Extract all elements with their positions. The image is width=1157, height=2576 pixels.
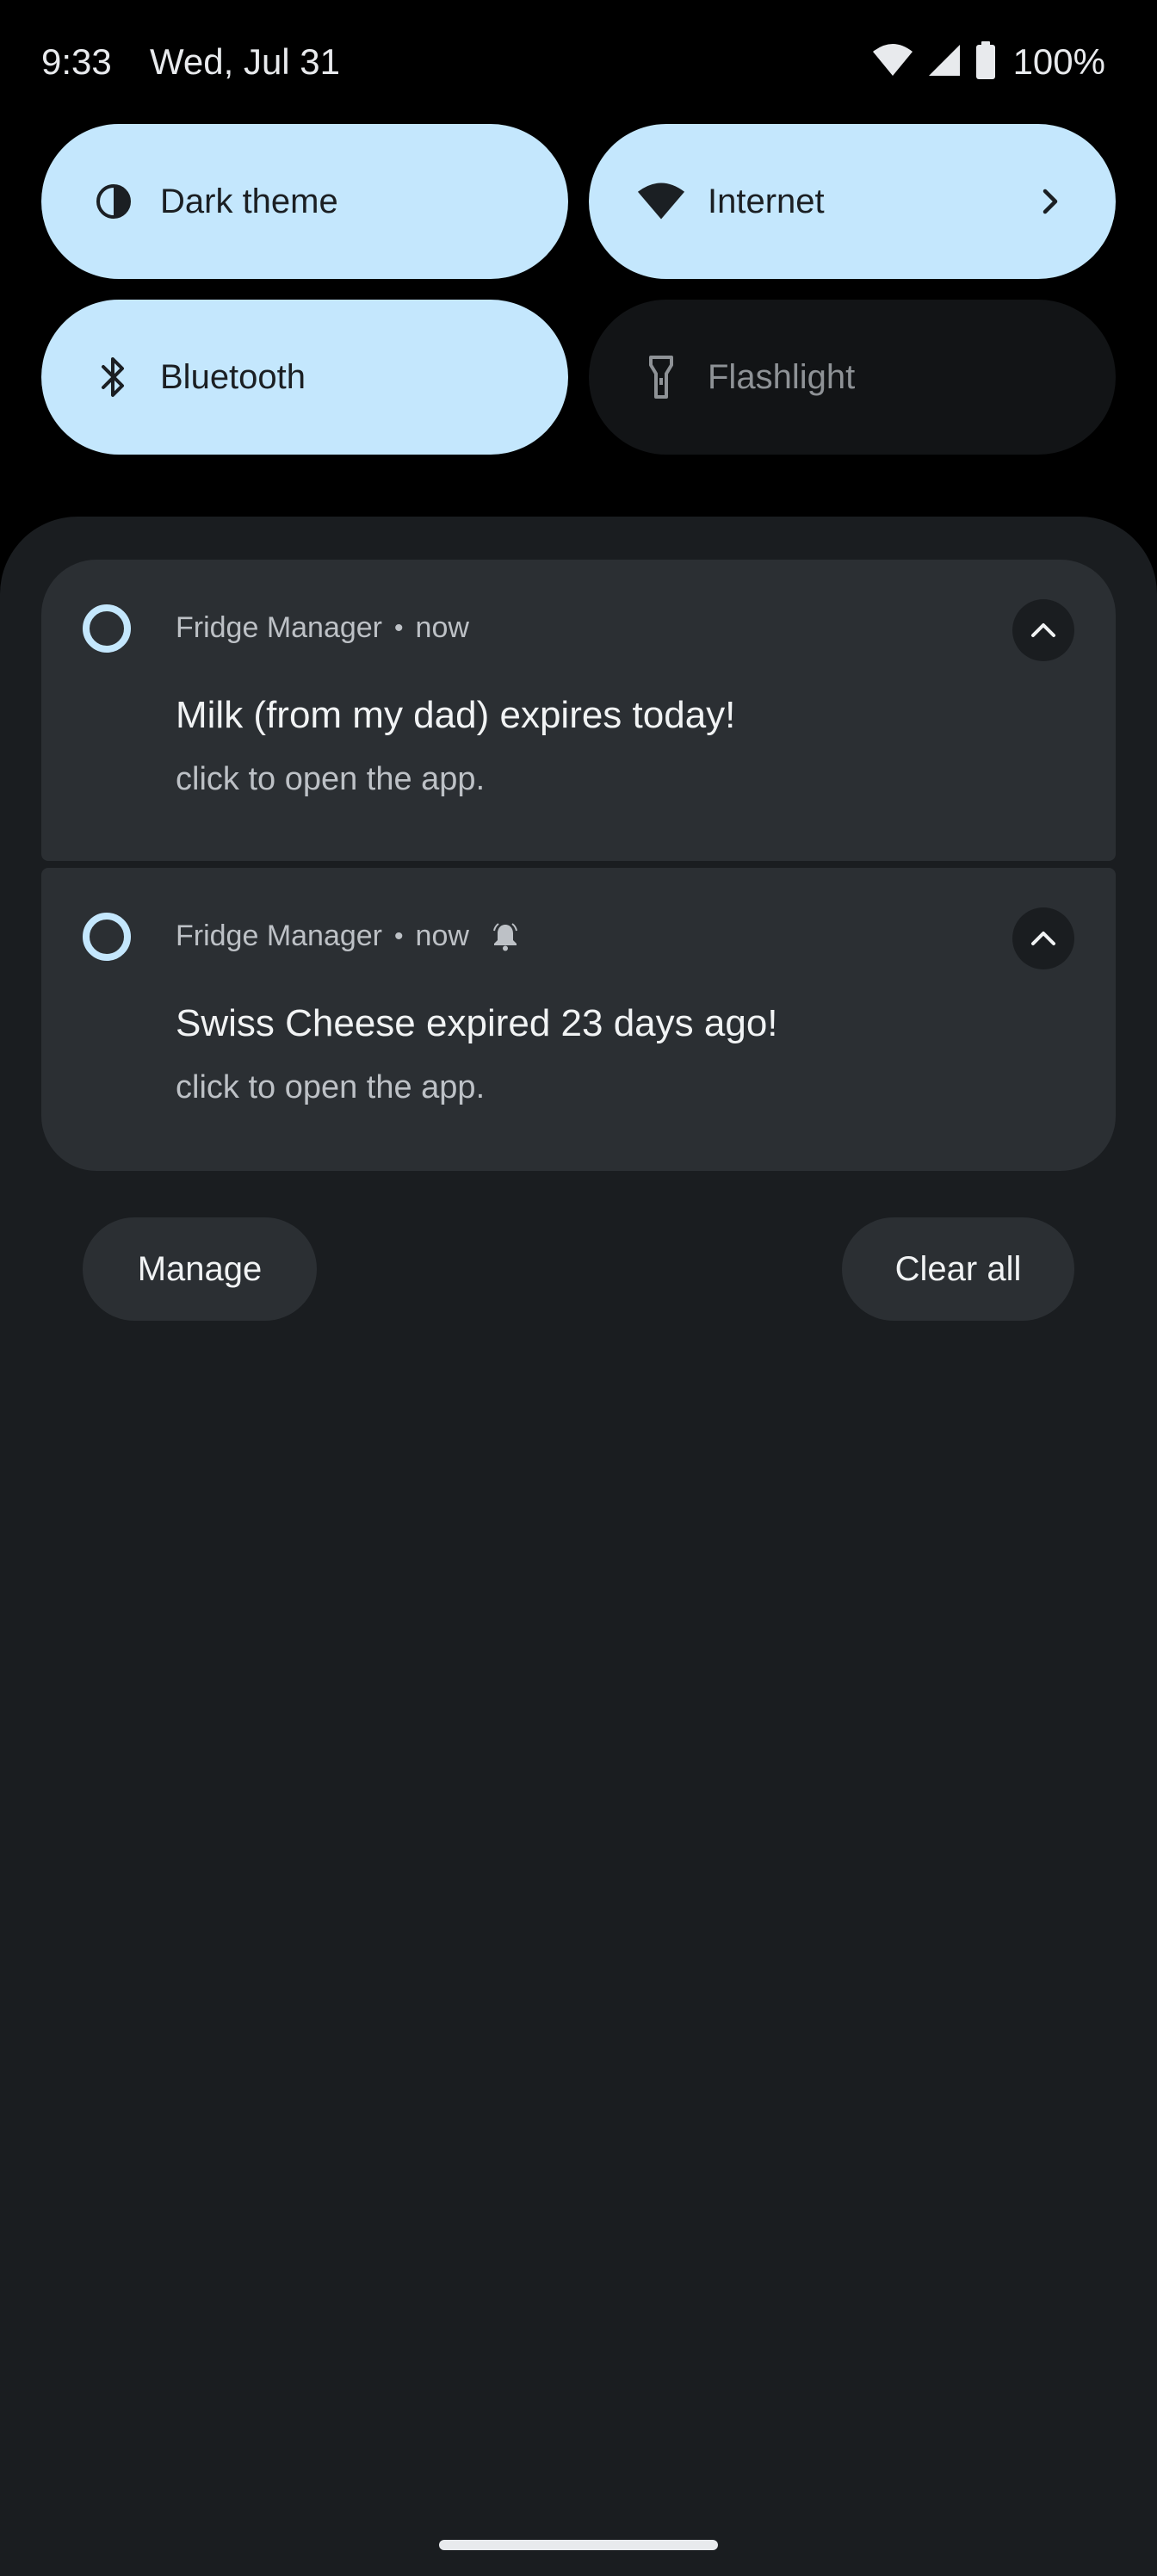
home-gesture-bar[interactable] xyxy=(439,2540,718,2550)
notification-card[interactable]: Fridge Manager • now Swiss Cheese expire… xyxy=(41,868,1116,1171)
status-time: 9:33 xyxy=(41,41,112,82)
notification-text: click to open the app. xyxy=(176,761,486,797)
clear-all-button[interactable]: Clear all xyxy=(842,1217,1074,1321)
cell-signal-icon xyxy=(927,43,962,82)
battery-percent: 100% xyxy=(1012,41,1105,82)
tile-dark-theme[interactable]: Dark theme xyxy=(41,124,568,279)
battery-icon xyxy=(975,40,996,84)
app-icon xyxy=(83,604,131,653)
wifi-icon xyxy=(872,43,913,82)
wifi-icon xyxy=(637,177,685,226)
collapse-button[interactable] xyxy=(1012,599,1074,661)
tile-label: Dark theme xyxy=(160,182,338,220)
tile-bluetooth[interactable]: Bluetooth xyxy=(41,300,568,455)
tile-internet[interactable]: Internet xyxy=(589,124,1116,279)
tile-label: Internet xyxy=(708,182,825,220)
notification-header: Fridge Manager • now xyxy=(176,920,519,953)
status-bar: 9:33 Wed, Jul 31 100% xyxy=(0,0,1157,121)
notification-title: Swiss Cheese expired 23 days ago! xyxy=(176,1002,778,1044)
bluetooth-icon xyxy=(90,353,138,401)
chevron-up-icon xyxy=(1031,932,1055,945)
separator-dot: • xyxy=(394,613,404,642)
notification-card[interactable]: Fridge Manager • now Milk (from my dad) … xyxy=(41,560,1116,861)
app-icon xyxy=(83,913,131,961)
flashlight-icon xyxy=(637,353,685,401)
notification-title: Milk (from my dad) expires today! xyxy=(176,694,736,736)
tile-label: Bluetooth xyxy=(160,357,306,396)
notification-time: now xyxy=(415,920,469,952)
tile-flashlight[interactable]: Flashlight xyxy=(589,300,1116,455)
status-icons: 100% xyxy=(872,38,1105,86)
manage-button[interactable]: Manage xyxy=(83,1217,317,1321)
notification-text: click to open the app. xyxy=(176,1069,486,1105)
chevron-up-icon xyxy=(1031,623,1055,637)
collapse-button[interactable] xyxy=(1012,907,1074,969)
bell-alert-icon xyxy=(492,922,519,951)
chevron-right-icon[interactable] xyxy=(1026,177,1074,226)
separator-dot: • xyxy=(394,921,404,951)
notification-time: now xyxy=(415,611,469,644)
notification-app-name: Fridge Manager xyxy=(176,920,383,952)
notification-app-name: Fridge Manager xyxy=(176,611,383,644)
notification-header: Fridge Manager • now xyxy=(176,611,469,645)
contrast-icon xyxy=(90,177,138,226)
tile-label: Flashlight xyxy=(708,357,856,396)
status-date: Wed, Jul 31 xyxy=(150,41,341,82)
